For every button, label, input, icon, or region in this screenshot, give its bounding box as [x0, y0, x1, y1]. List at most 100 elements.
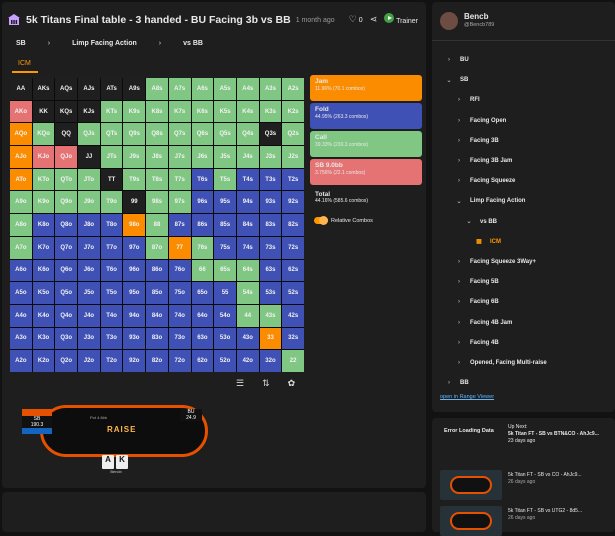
range-cell[interactable]: 65s — [214, 259, 236, 282]
range-cell[interactable]: 43s — [259, 304, 282, 327]
range-cell[interactable]: K6o — [32, 259, 55, 282]
range-cell[interactable]: A7s — [168, 78, 191, 100]
range-cell[interactable]: 76s — [191, 236, 214, 259]
tree-item[interactable]: › Facing Squeeze 3Way+ — [432, 252, 615, 272]
range-cell[interactable]: QJo — [55, 146, 78, 168]
range-cell[interactable]: T6o — [100, 259, 123, 282]
range-cell[interactable]: 64o — [191, 304, 214, 327]
tree-item[interactable]: › RFI — [432, 90, 615, 110]
range-cell[interactable]: 32o — [259, 350, 282, 372]
range-cell[interactable]: KJo — [32, 146, 55, 168]
range-cell[interactable]: A7o — [10, 236, 32, 259]
range-cell[interactable]: Q2o — [55, 350, 78, 372]
range-cell[interactable]: 74o — [168, 304, 191, 327]
tree-item[interactable]: ⌄ vs BB — [432, 212, 615, 232]
range-cell[interactable]: AKs — [32, 78, 55, 100]
range-cell[interactable]: T9o — [100, 191, 123, 214]
range-cell[interactable]: 95s — [214, 191, 236, 214]
range-cell[interactable]: J2s — [282, 146, 304, 168]
range-cell[interactable]: AKo — [10, 100, 32, 123]
range-cell[interactable]: T4o — [100, 304, 123, 327]
range-cell[interactable]: 85o — [146, 282, 168, 304]
range-cell[interactable]: ATs — [100, 78, 123, 100]
tree-item[interactable]: › Facing 3B — [432, 131, 615, 151]
range-cell[interactable]: T7o — [100, 236, 123, 259]
relative-combos-toggle[interactable]: Relative Combos — [314, 216, 373, 225]
range-cell[interactable]: 65o — [191, 282, 214, 304]
range-cell[interactable]: 97s — [168, 191, 191, 214]
range-cell[interactable]: 75o — [168, 282, 191, 304]
range-cell[interactable]: J9o — [78, 191, 100, 214]
range-cell[interactable]: J5o — [78, 282, 100, 304]
legend-sb[interactable]: SB 9.0bb 3.756% (22.1 combos) — [310, 159, 422, 185]
range-cell[interactable]: 77 — [168, 236, 191, 259]
tree-item[interactable]: › Facing 5B — [432, 272, 615, 292]
range-cell[interactable]: K8o — [32, 214, 55, 236]
range-cell[interactable]: 82o — [146, 350, 168, 372]
range-cell[interactable]: J5s — [214, 146, 236, 168]
range-cell[interactable]: A4s — [236, 78, 259, 100]
sort-icon[interactable]: ⇅ — [262, 378, 270, 389]
range-cell[interactable]: KJs — [78, 100, 100, 123]
open-range-viewer-link[interactable]: open in Range Viewer — [440, 394, 494, 400]
range-cell[interactable]: 54o — [214, 304, 236, 327]
range-cell[interactable]: 75s — [214, 236, 236, 259]
range-cell[interactable]: 33 — [259, 327, 282, 350]
range-cell[interactable]: K4s — [236, 100, 259, 123]
range-cell[interactable]: A2o — [10, 350, 32, 372]
range-cell[interactable]: T2s — [282, 168, 304, 191]
range-cell[interactable]: J3s — [259, 146, 282, 168]
range-cell[interactable]: T9s — [123, 168, 146, 191]
range-cell[interactable]: K5o — [32, 282, 55, 304]
range-cell[interactable]: A9s — [123, 78, 146, 100]
video-item-2[interactable]: 5k Titan FT - SB vs UTG2 - 8d5... 26 day… — [508, 508, 582, 522]
range-cell[interactable]: QQ — [55, 123, 78, 146]
range-cell[interactable]: 82s — [282, 214, 304, 236]
range-cell[interactable]: Q7s — [168, 123, 191, 146]
range-cell[interactable]: 42o — [236, 350, 259, 372]
range-cell[interactable]: JTs — [100, 146, 123, 168]
tree-item[interactable]: › Facing 6B — [432, 292, 615, 312]
range-cell[interactable]: K2s — [282, 100, 304, 123]
range-cell[interactable]: A8s — [146, 78, 168, 100]
range-cell[interactable]: J4o — [78, 304, 100, 327]
range-cell[interactable]: A6o — [10, 259, 32, 282]
range-cell[interactable]: K4o — [32, 304, 55, 327]
range-cell[interactable]: 99 — [123, 191, 146, 214]
range-cell[interactable]: 53o — [214, 327, 236, 350]
range-cell[interactable]: K3s — [259, 100, 282, 123]
range-cell[interactable]: J8o — [78, 214, 100, 236]
range-cell[interactable]: Q3s — [259, 123, 282, 146]
range-cell[interactable]: AJs — [78, 78, 100, 100]
range-cell[interactable]: Q2s — [282, 123, 304, 146]
share-icon[interactable]: ⋖ — [370, 14, 378, 25]
legend-fold[interactable]: Fold 44.95% (263.3 combos) — [310, 103, 422, 129]
range-cell[interactable]: Q5o — [55, 282, 78, 304]
range-cell[interactable]: J6s — [191, 146, 214, 168]
range-cell[interactable]: AJo — [10, 146, 32, 168]
range-cell[interactable]: KQs — [55, 100, 78, 123]
range-cell[interactable]: T8s — [146, 168, 168, 191]
range-cell[interactable]: T6s — [191, 168, 214, 191]
range-cell[interactable]: 93o — [123, 327, 146, 350]
video-item-1[interactable]: 5k Titan FT - SB vs CO - AhJc9... 26 day… — [508, 472, 582, 486]
range-cell[interactable]: 87o — [146, 236, 168, 259]
range-cell[interactable]: Q8s — [146, 123, 168, 146]
range-cell[interactable]: 62o — [191, 350, 214, 372]
range-cell[interactable]: J3o — [78, 327, 100, 350]
range-cell[interactable]: Q5s — [214, 123, 236, 146]
range-cell[interactable]: 74s — [236, 236, 259, 259]
up-next-info[interactable]: Up Next: 5k Titan FT - SB vs BTN&CO - Ah… — [508, 424, 599, 445]
tree-item[interactable]: › BU — [432, 50, 615, 70]
range-cell[interactable]: 52s — [282, 282, 304, 304]
video-thumbnail-1[interactable] — [440, 470, 502, 500]
range-cell[interactable]: A5o — [10, 282, 32, 304]
range-cell[interactable]: A8o — [10, 214, 32, 236]
trainer-button[interactable]: Trainer — [384, 13, 418, 25]
range-cell[interactable]: 52o — [214, 350, 236, 372]
range-cell[interactable]: 93s — [259, 191, 282, 214]
range-cell[interactable]: 94s — [236, 191, 259, 214]
range-cell[interactable]: 92s — [282, 191, 304, 214]
range-cell[interactable]: T5s — [214, 168, 236, 191]
range-cell[interactable]: K7s — [168, 100, 191, 123]
